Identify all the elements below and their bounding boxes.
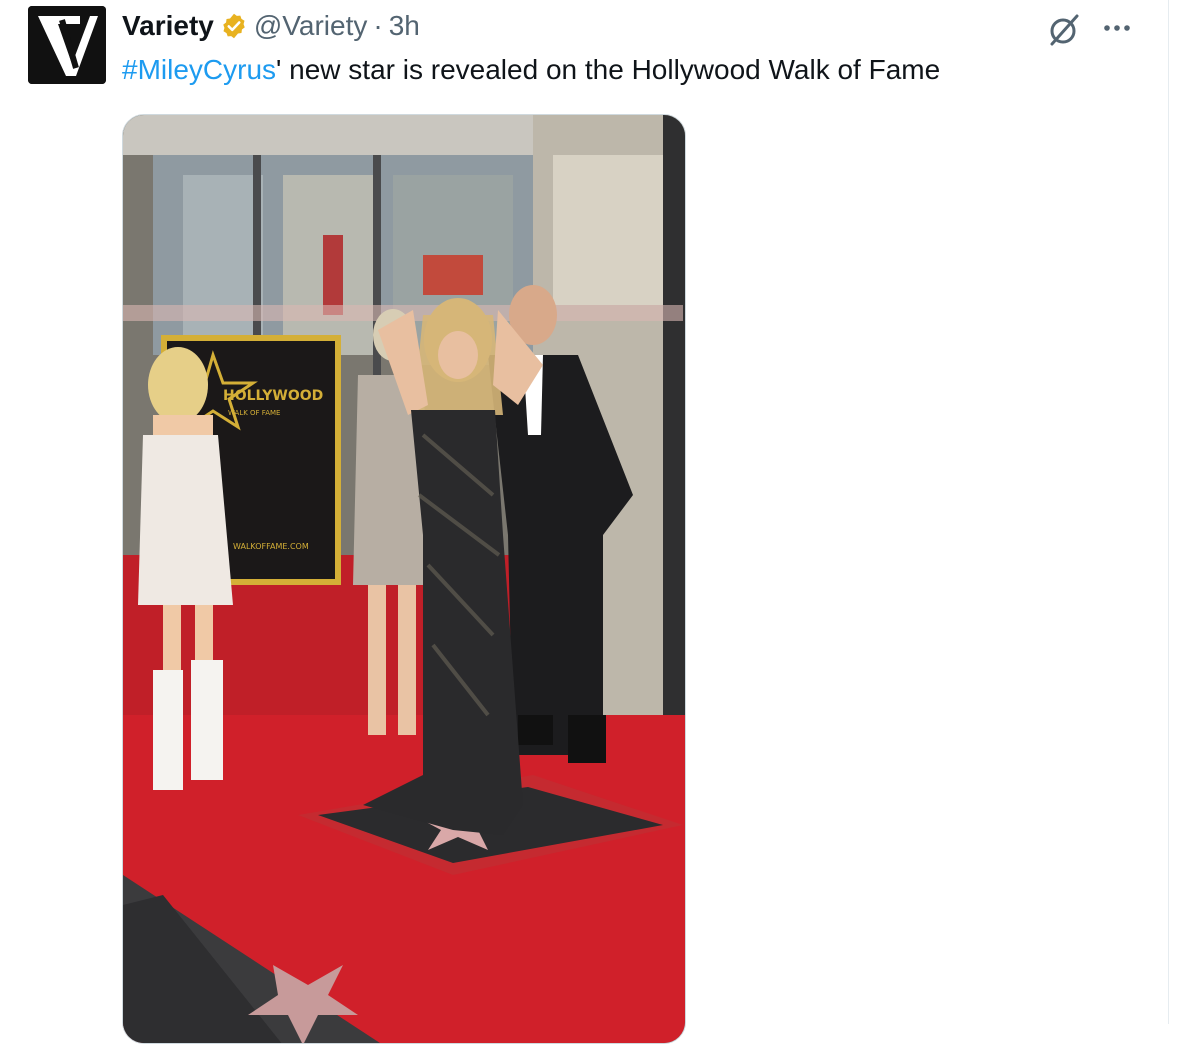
tweet-text: #MileyCyrus' new star is revealed on the… xyxy=(122,52,940,88)
hashtag-link[interactable]: #MileyCyrus xyxy=(122,54,276,85)
sign-subtitle: WALK OF FAME xyxy=(228,409,280,417)
separator-dot: · xyxy=(373,10,383,41)
timeline-divider xyxy=(1168,0,1169,1024)
verified-badge-icon[interactable] xyxy=(220,12,248,40)
sign-url: WALKOFFAME.COM xyxy=(233,542,309,551)
display-name[interactable]: Variety xyxy=(122,8,214,44)
tweet-header: Variety @Variety · 3h xyxy=(122,8,420,44)
tweet-body-text: ' new star is revealed on the Hollywood … xyxy=(276,54,941,85)
sign-title: HOLLYWOOD xyxy=(223,388,323,404)
variety-logo-icon xyxy=(28,6,106,84)
walk-of-fame-photo: HOLLYWOOD WALK OF FAME WALKOFFAME.COM xyxy=(123,115,685,1043)
timestamp[interactable]: 3h xyxy=(389,8,420,44)
author-handle[interactable]: @Variety xyxy=(254,8,368,44)
more-options-icon[interactable] xyxy=(1100,14,1134,42)
tweet-media-photo[interactable]: HOLLYWOOD WALK OF FAME WALKOFFAME.COM xyxy=(122,114,686,1044)
avatar[interactable] xyxy=(28,6,106,84)
grok-icon[interactable] xyxy=(1046,12,1082,48)
